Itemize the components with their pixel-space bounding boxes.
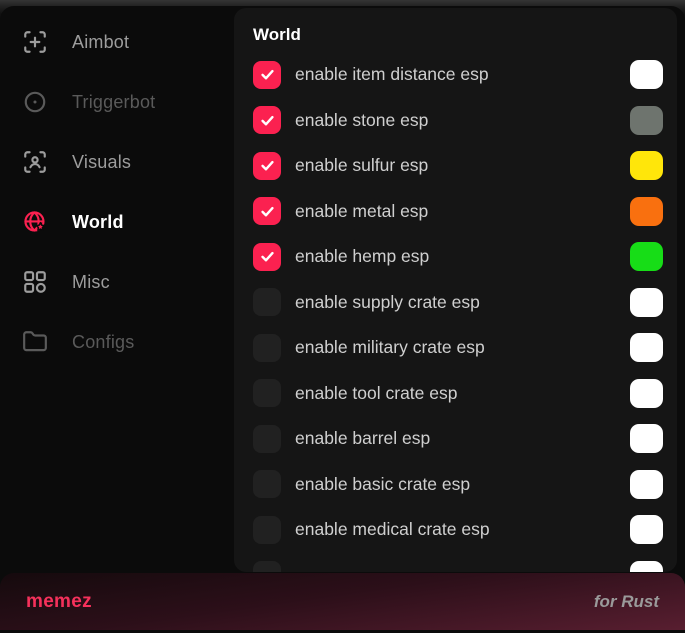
checkbox[interactable]: [253, 516, 281, 544]
sidebar-item-aimbot[interactable]: Aimbot: [0, 12, 234, 72]
color-swatch[interactable]: [630, 197, 663, 226]
checkbox[interactable]: [253, 152, 281, 180]
setting-row: enable tool crate esp: [253, 371, 677, 417]
grid-icon: [22, 269, 48, 295]
checkbox[interactable]: [253, 288, 281, 316]
setting-row: enable stone esp: [253, 98, 677, 144]
check-icon: [259, 112, 276, 129]
checkbox[interactable]: [253, 470, 281, 498]
tagline-label: for Rust: [594, 592, 659, 612]
checkbox[interactable]: [253, 379, 281, 407]
setting-row: enable sulfur esp: [253, 143, 677, 189]
scan-person-icon: [22, 149, 48, 175]
sidebar-item-triggerbot[interactable]: Triggerbot: [0, 72, 234, 132]
check-icon: [259, 66, 276, 83]
color-swatch[interactable]: [630, 379, 663, 408]
checkbox[interactable]: [253, 61, 281, 89]
color-swatch[interactable]: [630, 288, 663, 317]
sidebar-item-world[interactable]: World: [0, 192, 234, 252]
checkbox[interactable]: [253, 106, 281, 134]
checkbox[interactable]: [253, 425, 281, 453]
globe-star-icon: [22, 209, 48, 235]
app-window: Aimbot Triggerbot Visuals World Misc Con…: [0, 6, 685, 633]
color-swatch[interactable]: [630, 106, 663, 135]
setting-row: enable hemp esp: [253, 234, 677, 280]
check-icon: [259, 203, 276, 220]
sidebar-item-visuals[interactable]: Visuals: [0, 132, 234, 192]
setting-row: enable supply crate esp: [253, 280, 677, 326]
color-swatch[interactable]: [630, 424, 663, 453]
color-swatch[interactable]: [630, 561, 663, 572]
brand-label: memez: [26, 591, 92, 613]
color-swatch[interactable]: [630, 242, 663, 271]
checkbox[interactable]: [253, 197, 281, 225]
setting-row: enable metal esp: [253, 189, 677, 235]
color-swatch[interactable]: [630, 515, 663, 544]
setting-row: enable barrel esp: [253, 416, 677, 462]
settings-list: enable item distance esp enable stone es…: [253, 52, 677, 572]
check-icon: [259, 157, 276, 174]
setting-row: enable medical crate esp: [253, 507, 677, 553]
panel-title: World: [253, 24, 677, 46]
color-swatch[interactable]: [630, 151, 663, 180]
world-panel: World enable item distance esp enable st…: [234, 8, 677, 572]
crosshair-plus-icon: [22, 29, 48, 55]
setting-row: enable basic crate esp: [253, 462, 677, 508]
checkbox[interactable]: [253, 243, 281, 271]
setting-row: enable military crate esp: [253, 325, 677, 371]
setting-row: enable item distance esp: [253, 52, 677, 98]
folder-icon: [22, 329, 48, 355]
sidebar-nav: Aimbot Triggerbot Visuals World Misc Con…: [0, 12, 234, 372]
color-swatch[interactable]: [630, 470, 663, 499]
sidebar-item-configs[interactable]: Configs: [0, 312, 234, 372]
color-swatch[interactable]: [630, 333, 663, 362]
checkbox[interactable]: [253, 561, 281, 572]
checkbox[interactable]: [253, 334, 281, 362]
setting-row: [253, 553, 677, 573]
footer: memez for Rust: [0, 573, 685, 630]
circle-dot-icon: [22, 89, 48, 115]
check-icon: [259, 248, 276, 265]
color-swatch[interactable]: [630, 60, 663, 89]
sidebar-item-misc[interactable]: Misc: [0, 252, 234, 312]
sidebar: Aimbot Triggerbot Visuals World Misc Con…: [0, 6, 234, 571]
